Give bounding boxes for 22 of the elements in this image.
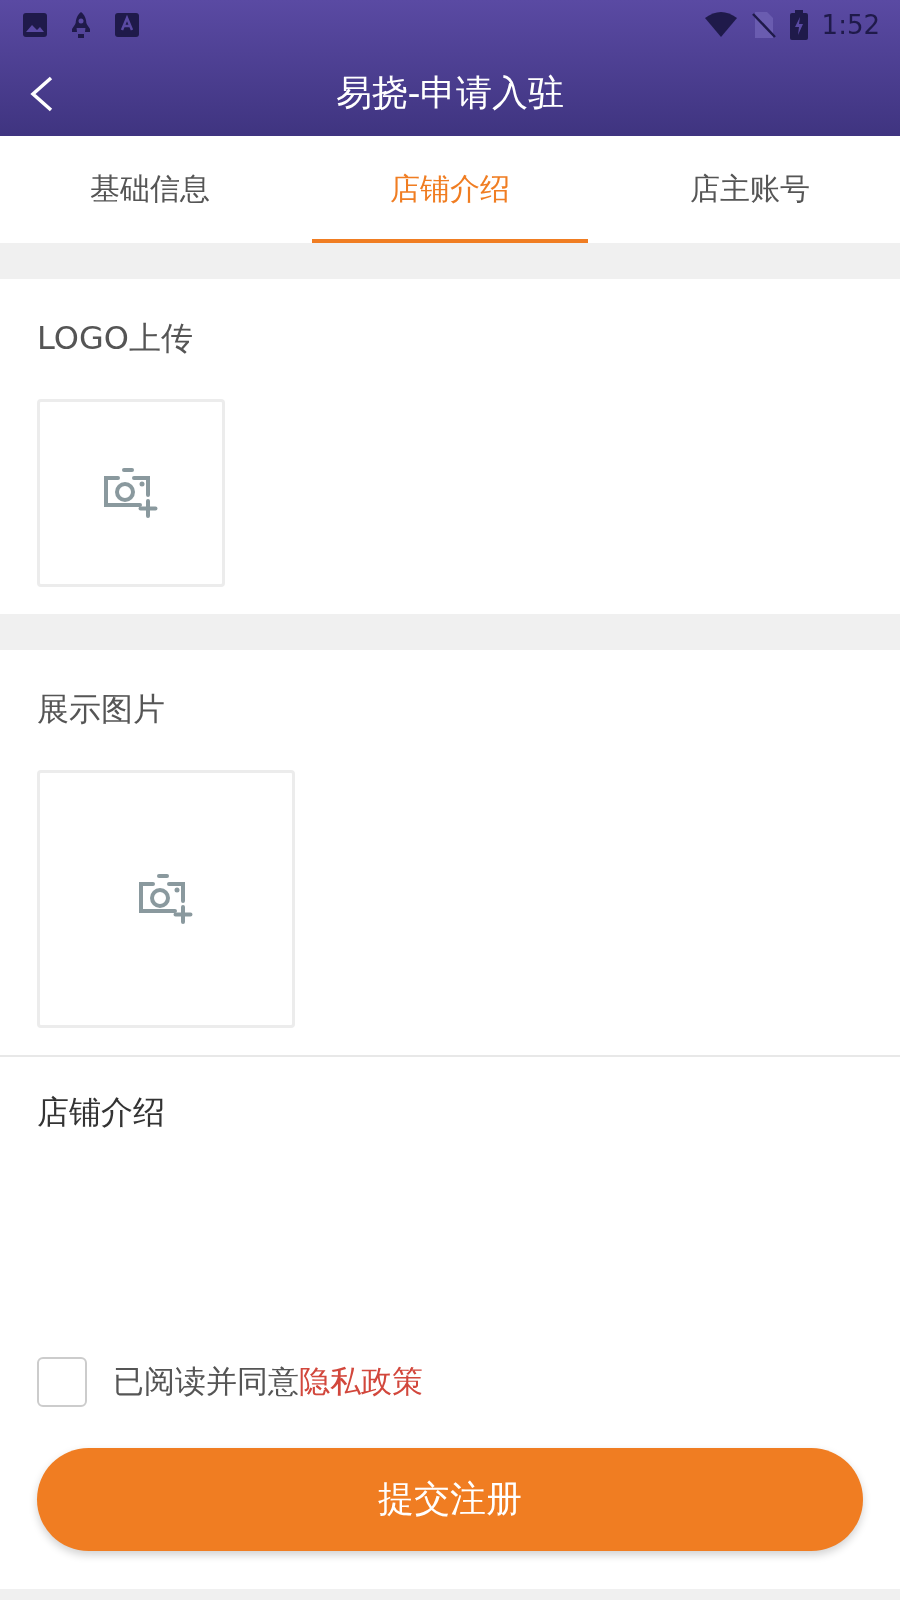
checkbox[interactable] (37, 1357, 87, 1407)
image-upload-box[interactable] (37, 399, 225, 587)
submit-button[interactable]: 提交注册 (37, 1448, 863, 1551)
tab[interactable]: 基础信息 (0, 136, 300, 243)
section-label: 店铺介绍 (37, 1092, 165, 1133)
image-icon (22, 12, 48, 38)
tab[interactable]: 店铺介绍 (300, 136, 600, 243)
clock-time: 1:52 (821, 10, 880, 40)
privacy-policy-link[interactable]: 隐私政策 (299, 1363, 423, 1399)
add-photo-icon (137, 873, 195, 925)
battery-icon (789, 10, 808, 40)
font-icon (114, 12, 140, 38)
no-sim-icon (751, 11, 776, 39)
rocket-icon (70, 11, 92, 39)
wifi-icon (703, 12, 738, 38)
tab[interactable]: 店主账号 (600, 136, 900, 243)
add-photo-icon (102, 467, 160, 519)
back-icon[interactable] (30, 76, 54, 112)
section-label: LOGO上传 (37, 318, 193, 359)
page-title: 易挠-申请入驻 (335, 70, 565, 115)
section-label: 展示图片 (37, 689, 165, 730)
agreement-text: 已阅读并同意隐私政策 (113, 1362, 423, 1401)
